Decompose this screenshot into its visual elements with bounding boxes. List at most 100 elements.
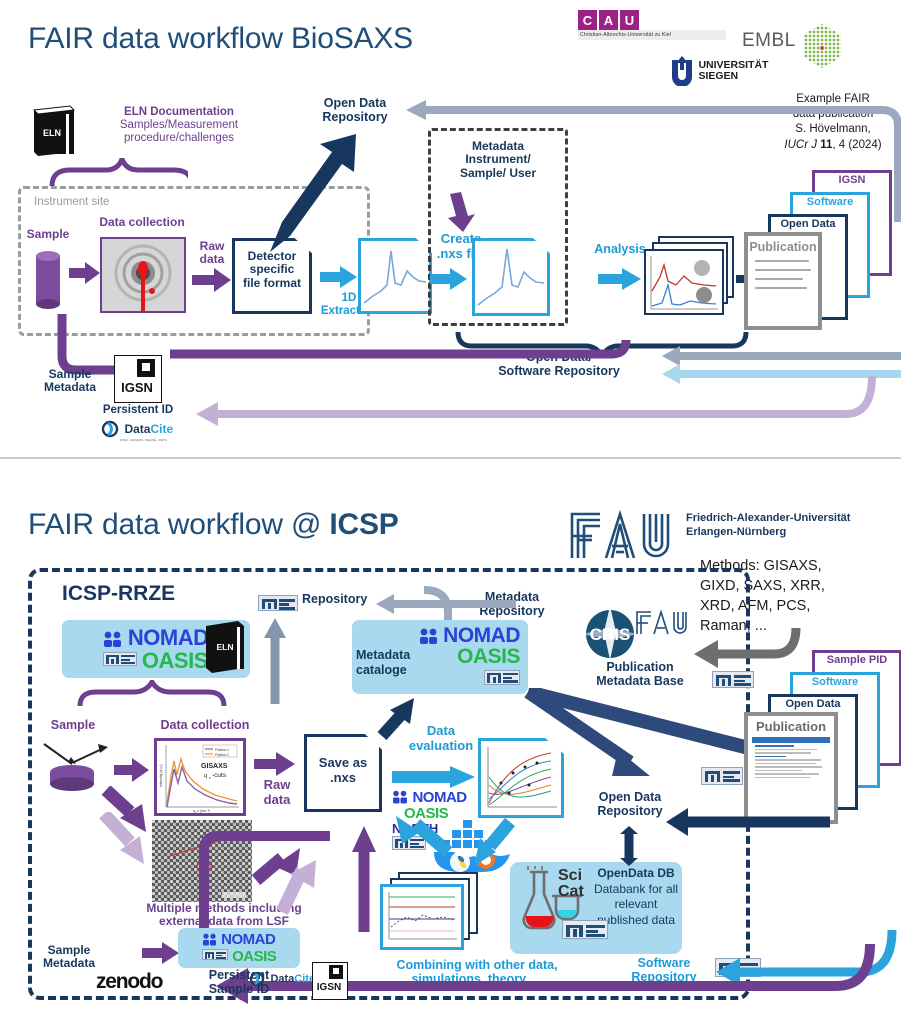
nomad-text-center: NOMAD: [443, 623, 520, 647]
fau-logo-icon: [570, 509, 670, 559]
arrow-up-to-repository: [264, 618, 286, 704]
datacite-logo-bottom: DataCite: [248, 970, 315, 988]
sample-cylinder-icon: [36, 251, 60, 309]
rrze-icon-repository: [258, 595, 298, 611]
eln-book-icon: ELN: [30, 104, 78, 156]
stack-b-software-label: Software: [811, 676, 859, 688]
mdcat-l1: Metadata: [356, 648, 411, 662]
raw-data-l1: Raw: [199, 239, 225, 253]
sample-metadata-label-bottom: Sample Metadata: [28, 943, 110, 971]
igsn-label-top: IGSN: [121, 380, 153, 395]
data-collection-label-bottom: Data collection: [160, 718, 250, 732]
arrow-raw-data-bottom: [254, 752, 295, 776]
uni-siegen-logo: UNIVERSITÄT SIEGEN: [668, 56, 768, 87]
smd-top-l1: Sample: [48, 367, 92, 381]
eln-badge-label: ELN: [43, 128, 61, 138]
cau-letter-a: A: [599, 10, 618, 30]
arrow-create-nxs: [430, 268, 467, 290]
arrow-1d-extraction: [320, 266, 357, 288]
arrow-open-data-double: [620, 826, 638, 866]
rrze-icon-pid: [201, 948, 228, 960]
cau-logo: C A U Christian-Albrechts-Universität zu…: [578, 10, 726, 40]
datacite-mark-icon-bottom: [249, 971, 265, 986]
smd-b-l2: Metadata: [42, 956, 95, 971]
nxs-curve-box: [472, 238, 550, 316]
arrow-navy-publication-to-repo: [666, 808, 830, 836]
datacite-logo-top: DataCite FIND. ACCESS. REUSE. DATA: [100, 420, 173, 442]
scicat-cat: Cat: [558, 883, 584, 900]
igsn-label-bottom: IGSN: [316, 982, 342, 993]
raw-data-l2: data: [199, 252, 225, 267]
mdcat-l2: cataloge: [356, 663, 407, 677]
scicat-t1: OpenData DB: [597, 866, 675, 880]
svg-text:-cuts: -cuts: [212, 772, 227, 779]
metadata-catalogue-label: Metadata cataloge: [356, 648, 436, 678]
igsn-logo-top: IGSN: [114, 355, 162, 403]
cau-letter-c: C: [578, 10, 597, 30]
datacite-mark-icon: [101, 420, 119, 438]
eln-doc-line2: Samples/Measurement: [119, 118, 239, 131]
bottom-title-bold: ICSP: [329, 508, 399, 541]
curve-1d-box: [358, 238, 432, 314]
cau-letter-u: U: [620, 10, 639, 30]
arrow-analysis: [598, 268, 641, 290]
rrze-icon-catalogue: [484, 669, 520, 685]
arrow-diagonal-open-data: [270, 134, 356, 252]
arrow-navy-catalogue-to-opendata: [524, 688, 650, 776]
persistent-id-label: Persistent ID: [102, 404, 174, 416]
nomad-oasis-persistent-id-logo: NOMAD OASIS: [178, 928, 300, 968]
oasis-text-pid: OASIS: [232, 947, 277, 965]
raw-data-label-top: Raw data: [190, 239, 234, 267]
raw-b-l2: data: [263, 791, 291, 807]
save-l2: .nxs: [329, 769, 356, 785]
scicat-t2: Databank for all: [593, 881, 679, 896]
analysis-stack: [644, 236, 736, 320]
repository-label: Repository: [302, 592, 368, 606]
stack-card-publication: Publication: [744, 232, 822, 330]
siegen-mark-icon: [672, 56, 692, 87]
arrow-cyan-to-save: [396, 816, 453, 857]
siegen-line2: SIEGEN: [698, 70, 739, 82]
scicat-sci: Sci: [558, 867, 583, 884]
cau-subtitle: Christian-Albrechts-Universität zu Kiel: [578, 30, 726, 40]
sample-label-bottom: Sample: [50, 718, 96, 732]
svg-text:z: z: [208, 775, 211, 780]
detfmt-l3: file format: [242, 275, 301, 290]
scicat-wordmark: Sci Cat: [558, 868, 584, 900]
panel-divider: [0, 457, 901, 459]
smd-b-l1: Sample: [47, 943, 91, 957]
nxs-curve-plot: [477, 248, 545, 306]
detector-image: [100, 237, 186, 313]
data-collection-label: Data collection: [99, 215, 185, 229]
sample-stage-icon: [43, 743, 108, 791]
nomad-text-pid: NOMAD: [221, 930, 276, 948]
analysis-plot: [646, 251, 721, 312]
smd-top-l2: Metadata: [43, 380, 96, 395]
bottom-page-title: FAIR data workflow @ ICSP: [28, 508, 399, 542]
icsp-rrze-title: ICSP-RRZE: [62, 582, 176, 605]
stack-publication-title: Publication: [749, 240, 817, 254]
svg-text:Position 2: Position 2: [215, 753, 229, 757]
eln-doc-title: ELN Documentation: [124, 106, 234, 118]
publication-screenshot: [752, 737, 830, 807]
deval-l1: Data: [426, 723, 456, 738]
detector-file-format-label: Detector specific file format: [232, 249, 312, 290]
save-l1: Save as: [318, 755, 368, 770]
arrow-lightpurple-return: [196, 375, 876, 426]
nomad-people-icon: [104, 631, 122, 647]
fau-l2: Erlangen-Nürnberg: [686, 525, 787, 538]
zenodo-logo: zenodo: [96, 970, 164, 993]
embl-logo: EMBL: [742, 30, 796, 52]
eln-doc-line3: procedure/challenges: [124, 131, 234, 144]
svg-text:GISAXS: GISAXS: [201, 763, 228, 770]
stack-b-sample-pid-label: Sample PID: [826, 654, 888, 666]
deval-l2: evaluation: [408, 737, 474, 753]
stack-b-open-data-label: Open Data: [785, 698, 841, 710]
nomad-wordmark-center: NOMAD: [419, 625, 520, 646]
gisaxs-plot: Position 1 Position 2 GISAXS q z -cuts q…: [157, 741, 243, 813]
raw-data-label-bottom: Raw data: [252, 777, 302, 807]
svg-text:Position 1: Position 1: [215, 748, 229, 752]
scicat-t3: relevant: [614, 897, 658, 912]
eln-documentation-label: ELN Documentation Samples/Measurement pr…: [84, 106, 274, 145]
arrow-lightpurple-into-save: [276, 860, 316, 915]
